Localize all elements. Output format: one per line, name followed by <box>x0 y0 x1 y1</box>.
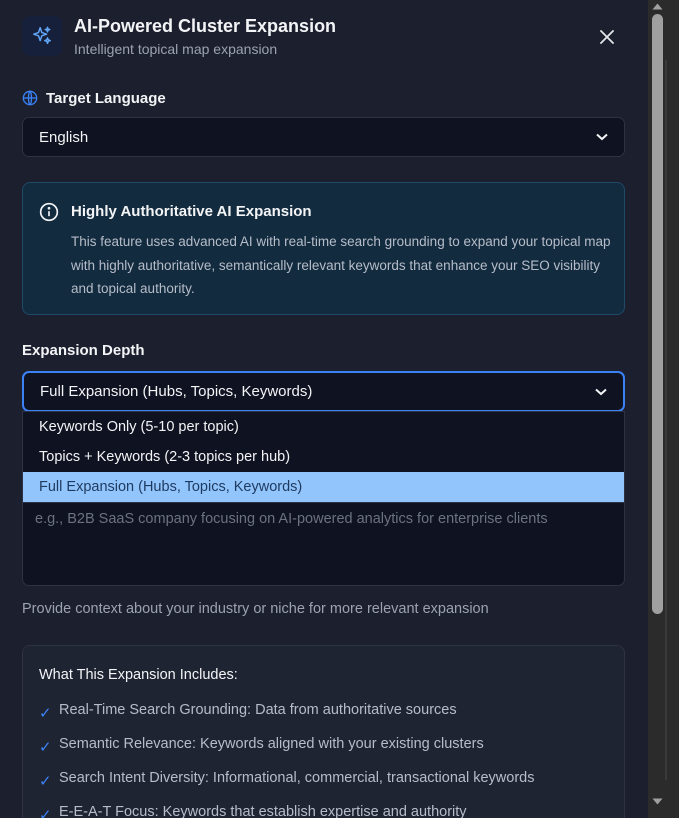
includes-box: What This Expansion Includes: ✓ Real-Tim… <box>22 645 625 818</box>
close-button[interactable] <box>596 26 618 48</box>
scroll-up-arrow-icon[interactable] <box>651 1 664 11</box>
dialog-title: AI-Powered Cluster Expansion <box>74 16 337 36</box>
depth-select[interactable]: Full Expansion (Hubs, Topics, Keywords) <box>22 371 625 412</box>
info-title: Highly Authoritative AI Expansion <box>71 203 312 220</box>
expansion-dialog: AI-Powered Cluster Expansion Intelligent… <box>0 0 648 818</box>
dialog-subtitle: Intelligent topical map expansion <box>74 41 278 57</box>
list-item-text: Semantic Relevance: Keywords aligned wit… <box>59 736 484 752</box>
dialog-header: AI-Powered Cluster Expansion Intelligent… <box>22 16 622 60</box>
language-select[interactable]: English <box>22 117 625 157</box>
depth-dropdown: Keywords Only (5-10 per topic) Topics + … <box>22 411 625 503</box>
list-item: ✓ Search Intent Diversity: Informational… <box>39 770 609 804</box>
chevron-down-icon <box>596 133 608 141</box>
info-text: This feature uses advanced AI with real-… <box>71 234 611 296</box>
close-icon <box>600 30 614 44</box>
list-item-text: E-E-A-T Focus: Keywords that establish e… <box>59 804 467 818</box>
context-help-text: Provide context about your industry or n… <box>22 601 489 617</box>
scrollbar-track <box>665 60 667 780</box>
scroll-down-arrow-icon[interactable] <box>651 796 664 806</box>
list-item-text: Search Intent Diversity: Informational, … <box>59 770 535 786</box>
language-label-text: Target Language <box>46 89 166 107</box>
includes-list: ✓ Real-Time Search Grounding: Data from … <box>39 702 609 818</box>
sparkles-icon <box>22 16 62 56</box>
includes-title: What This Expansion Includes: <box>39 667 238 683</box>
list-item: ✓ Semantic Relevance: Keywords aligned w… <box>39 736 609 770</box>
checkmark-icon: ✓ <box>39 705 52 722</box>
list-item-text: Real-Time Search Grounding: Data from au… <box>59 702 457 718</box>
depth-option-topics-keywords[interactable]: Topics + Keywords (2-3 topics per hub) <box>23 442 624 472</box>
scrollbar-thumb[interactable] <box>652 14 663 614</box>
depth-label: Expansion Depth <box>22 342 145 359</box>
checkmark-icon: ✓ <box>39 773 52 790</box>
checkmark-icon: ✓ <box>39 807 52 818</box>
info-callout: Highly Authoritative AI Expansion This f… <box>22 182 625 315</box>
checkmark-icon: ✓ <box>39 739 52 756</box>
list-item: ✓ E-E-A-T Focus: Keywords that establish… <box>39 804 609 818</box>
depth-option-full-expansion[interactable]: Full Expansion (Hubs, Topics, Keywords) <box>23 472 624 502</box>
context-input[interactable] <box>22 490 625 586</box>
language-label: Target Language <box>22 88 166 108</box>
chevron-down-icon <box>595 388 607 395</box>
depth-option-keywords-only[interactable]: Keywords Only (5-10 per topic) <box>23 412 624 442</box>
depth-select-value: Full Expansion (Hubs, Topics, Keywords) <box>40 383 313 400</box>
globe-icon <box>22 90 38 106</box>
info-icon <box>39 202 59 222</box>
list-item: ✓ Real-Time Search Grounding: Data from … <box>39 702 609 736</box>
language-select-value: English <box>39 128 89 146</box>
scrollbar[interactable] <box>648 0 679 818</box>
